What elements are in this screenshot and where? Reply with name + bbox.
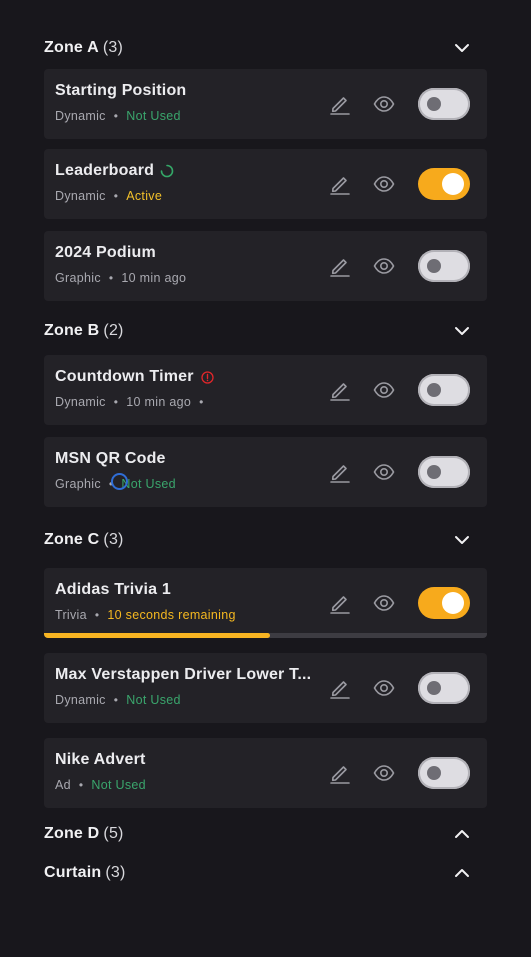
item-title: Leaderboard <box>55 162 155 179</box>
item-meta: Dynamic • Not Used <box>55 109 181 123</box>
edit-pencil-icon[interactable] <box>329 379 351 401</box>
eye-icon[interactable] <box>373 593 395 613</box>
item-type: Dynamic <box>55 189 106 203</box>
zone-a-header[interactable]: Zone A (3) <box>44 36 487 60</box>
visibility-toggle[interactable] <box>418 672 470 704</box>
list-item: Starting Position Dynamic • Not Used <box>44 69 487 139</box>
eye-icon[interactable] <box>373 462 395 482</box>
visibility-toggle[interactable] <box>418 168 470 200</box>
item-status: Not Used <box>91 778 146 792</box>
item-type: Dynamic <box>55 693 106 707</box>
visibility-toggle[interactable] <box>418 587 470 619</box>
item-meta: Dynamic • 10 min ago • <box>55 395 204 409</box>
zone-c-header[interactable]: Zone C (3) <box>44 528 487 552</box>
zone-d-header[interactable]: Zone D (5) <box>44 822 487 846</box>
item-status: 10 min ago <box>121 271 187 285</box>
eye-icon[interactable] <box>373 763 395 783</box>
item-title: Adidas Trivia 1 <box>55 581 171 598</box>
item-type: Dynamic <box>55 395 106 409</box>
curtain-count: (3) <box>105 864 126 881</box>
visibility-toggle[interactable] <box>418 374 470 406</box>
cursor-indicator <box>111 473 128 490</box>
item-type: Graphic <box>55 271 101 285</box>
item-title: Starting Position <box>55 82 187 99</box>
item-type: Ad <box>55 778 71 792</box>
item-status: Active <box>126 189 163 203</box>
edit-pencil-icon[interactable] <box>329 93 351 115</box>
item-status: Not Used <box>126 109 181 123</box>
item-status: 10 min ago <box>126 395 192 409</box>
zone-a-count: (3) <box>102 39 123 56</box>
list-item: Max Verstappen Driver Lower T... Dynamic… <box>44 653 487 723</box>
chevron-up-icon[interactable] <box>452 863 472 883</box>
edit-pencil-icon[interactable] <box>329 592 351 614</box>
eye-icon[interactable] <box>373 678 395 698</box>
eye-icon[interactable] <box>373 174 395 194</box>
chevron-up-icon[interactable] <box>452 824 472 844</box>
zone-b-count: (2) <box>103 322 124 339</box>
visibility-toggle[interactable] <box>418 456 470 488</box>
chevron-down-icon[interactable] <box>452 530 472 550</box>
edit-pencil-icon[interactable] <box>329 762 351 784</box>
item-title: Max Verstappen Driver Lower T... <box>55 666 312 683</box>
eye-icon[interactable] <box>373 256 395 276</box>
edit-pencil-icon[interactable] <box>329 255 351 277</box>
zone-b-header[interactable]: Zone B (2) <box>44 319 487 343</box>
item-title-row: Leaderboard <box>55 162 174 180</box>
item-type: Graphic <box>55 477 101 491</box>
zone-d-count: (5) <box>103 825 124 842</box>
zone-c-title: Zone C (3) <box>44 531 124 548</box>
error-alert-icon <box>201 370 214 384</box>
item-status: Not Used <box>126 693 181 707</box>
item-title: Countdown Timer <box>55 368 194 385</box>
eye-icon[interactable] <box>373 94 395 114</box>
item-meta: Graphic • 10 min ago <box>55 271 187 285</box>
visibility-toggle[interactable] <box>418 250 470 282</box>
item-meta: Dynamic • Not Used <box>55 693 181 707</box>
item-title-row: Countdown Timer <box>55 368 214 386</box>
list-item: Leaderboard Dynamic • Active <box>44 149 487 219</box>
zone-b-title: Zone B (2) <box>44 322 124 339</box>
item-meta: Ad • Not Used <box>55 778 146 792</box>
list-item: Adidas Trivia 1 Trivia • 10 seconds rema… <box>44 568 487 638</box>
item-meta: Trivia • 10 seconds remaining <box>55 608 236 622</box>
visibility-toggle[interactable] <box>418 757 470 789</box>
edit-pencil-icon[interactable] <box>329 677 351 699</box>
zone-a-title: Zone A (3) <box>44 39 123 56</box>
visibility-toggle[interactable] <box>418 88 470 120</box>
item-title: Nike Advert <box>55 751 146 768</box>
list-item: Countdown Timer Dynamic • 10 min ago • <box>44 355 487 425</box>
curtain-header[interactable]: Curtain (3) <box>44 861 487 885</box>
eye-icon[interactable] <box>373 380 395 400</box>
chevron-down-icon[interactable] <box>452 321 472 341</box>
countdown-progress-fill <box>44 633 270 638</box>
list-item: 2024 Podium Graphic • 10 min ago <box>44 231 487 301</box>
loading-spinner-icon <box>160 164 174 178</box>
zone-c-count: (3) <box>103 531 124 548</box>
item-title: 2024 Podium <box>55 244 156 261</box>
item-type: Trivia <box>55 608 87 622</box>
item-status: 10 seconds remaining <box>107 608 236 622</box>
chevron-down-icon[interactable] <box>452 38 472 58</box>
edit-pencil-icon[interactable] <box>329 461 351 483</box>
edit-pencil-icon[interactable] <box>329 173 351 195</box>
item-type: Dynamic <box>55 109 106 123</box>
list-item: Nike Advert Ad • Not Used <box>44 738 487 808</box>
item-status: Not Used <box>121 477 176 491</box>
countdown-progress-bar <box>44 633 487 638</box>
zone-d-title: Zone D (5) <box>44 825 124 842</box>
item-title: MSN QR Code <box>55 450 166 467</box>
list-item: MSN QR Code Graphic • Not Used <box>44 437 487 507</box>
item-meta: Dynamic • Active <box>55 189 163 203</box>
curtain-title: Curtain (3) <box>44 864 126 881</box>
